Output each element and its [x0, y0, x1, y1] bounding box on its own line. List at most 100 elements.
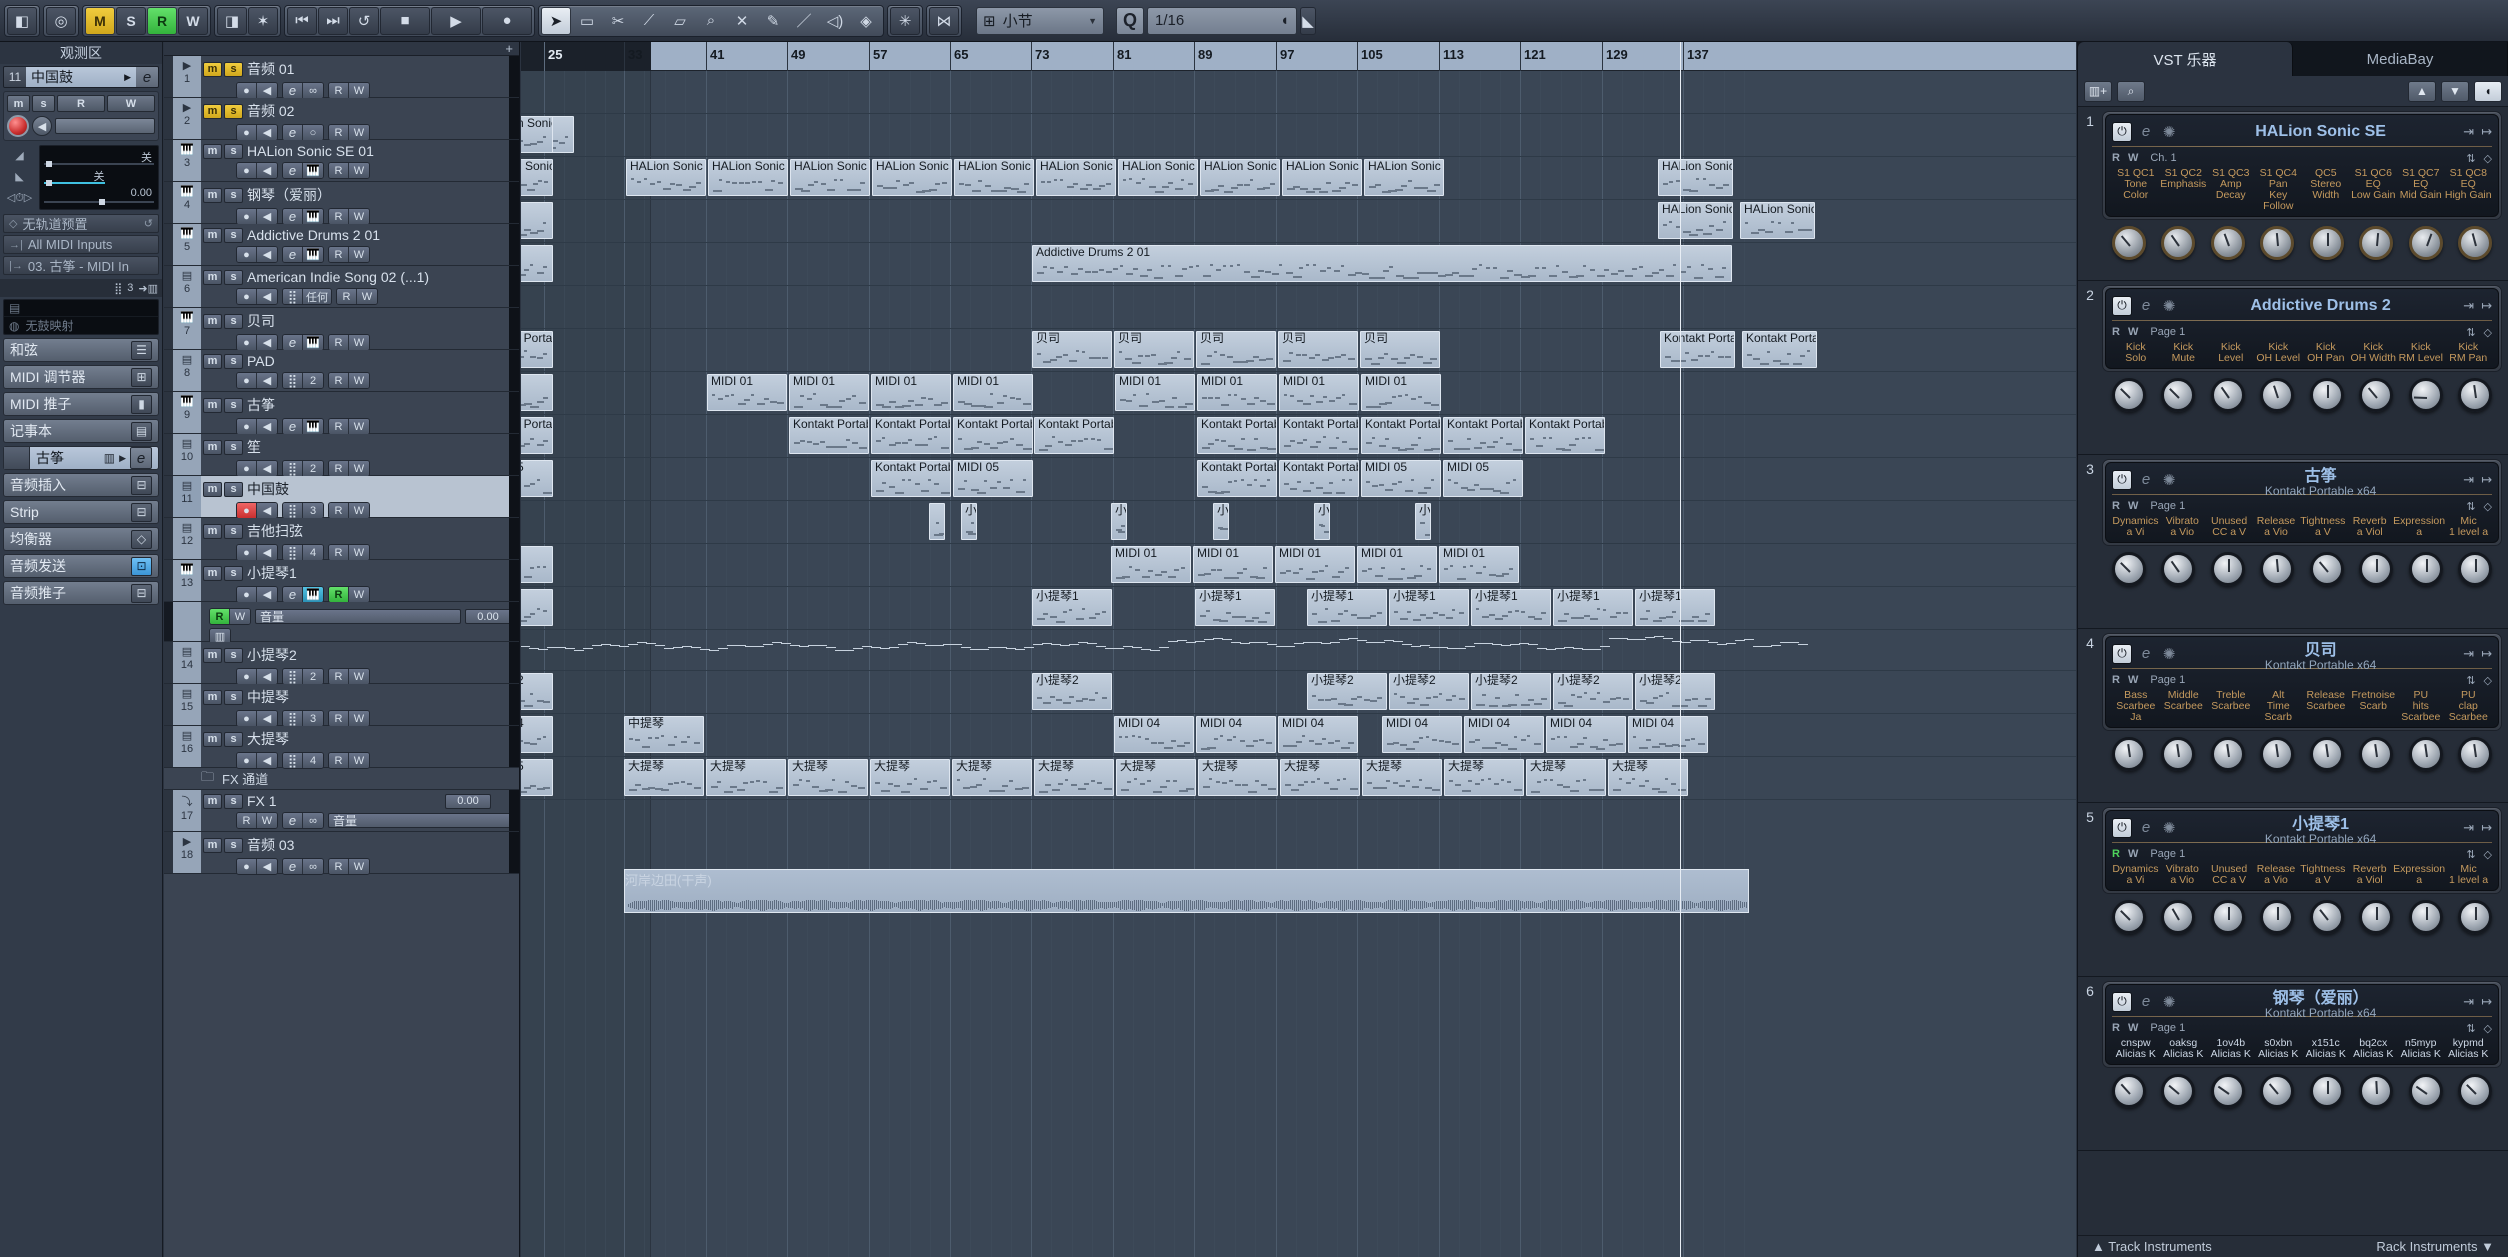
track-edit-button[interactable]: e [283, 247, 303, 262]
power-icon[interactable]: ⏻ [2112, 991, 2132, 1012]
arrangement-clip[interactable]: MIDI 04 [1628, 716, 1708, 753]
rack-knob[interactable] [2408, 737, 2443, 771]
arrangement-clip[interactable]: 小提琴1 [1389, 589, 1469, 626]
reset-icon[interactable]: ↺ [144, 217, 153, 230]
track-monitor-button[interactable]: ◀ [257, 209, 277, 224]
track-monitor-button[interactable]: ◀ [257, 859, 277, 874]
arrangement-clip[interactable]: MIDI 01 [1197, 374, 1277, 411]
track-monitor-button[interactable]: ◀ [257, 419, 277, 434]
track-solo-button[interactable]: s [224, 647, 243, 663]
edit-icon[interactable]: e [2137, 645, 2155, 663]
track-edit-button[interactable]: e [283, 859, 303, 874]
track-record-enable-button[interactable]: ● [237, 859, 257, 874]
track-read-button[interactable]: R [329, 587, 349, 602]
track-solo-button[interactable]: s [224, 103, 243, 119]
stop-button[interactable]: ■ [380, 6, 430, 35]
track-read-button[interactable]: R [329, 753, 349, 768]
rack-read-button[interactable]: R [2112, 326, 2120, 338]
audio-clip[interactable]: 河岸边田(干声) [624, 869, 1749, 913]
track-write-button[interactable]: W [349, 859, 369, 874]
track-edit-button[interactable]: e [283, 163, 303, 178]
arrangement-clip[interactable]: 4 [521, 716, 553, 753]
inspector-write-button[interactable]: W [107, 95, 155, 112]
track-row[interactable]: ▤ 14 m s 小提琴2 ● ◀ ⣿ 2 R W [164, 642, 519, 685]
track-record-enable-button[interactable]: ● [237, 247, 257, 262]
edit-icon[interactable]: e [2137, 123, 2155, 141]
track-read-button[interactable]: R [329, 669, 349, 684]
arrangement-clip[interactable]: 大提琴 [1034, 759, 1114, 796]
tab-vst-instruments[interactable]: VST 乐器 [2078, 42, 2293, 76]
rack-param[interactable]: Bass Scarbee Ja [2112, 690, 2160, 723]
rack-knob[interactable] [2359, 1074, 2394, 1108]
page-stepper-icon[interactable]: ⇅ [2466, 326, 2475, 339]
rack-preset-diamond-icon[interactable]: ◇ [2484, 1022, 2492, 1035]
track-monitor-button[interactable]: ◀ [257, 753, 277, 768]
track-read-button[interactable]: R [329, 419, 349, 434]
arrangement-clip[interactable]: 小提琴2 [1389, 673, 1469, 710]
power-icon[interactable]: ⏻ [2112, 643, 2132, 664]
inspector-record-enable-button[interactable] [7, 115, 29, 137]
play-tool[interactable]: ◁) [820, 7, 850, 35]
track-solo-button[interactable]: s [224, 61, 243, 77]
rack-param[interactable]: bq2cx Alicias K [2350, 1038, 2398, 1060]
rack-param[interactable]: oaksg Alicias K [2160, 1038, 2208, 1060]
rack-param[interactable]: S1 QC1 Tone Color [2112, 168, 2160, 212]
rack-param[interactable]: Kick RM Pan [2445, 342, 2493, 364]
rack-knob[interactable] [2111, 226, 2146, 260]
track-record-enable-button[interactable]: ● [237, 289, 257, 304]
instrument-input-icon[interactable]: ⇥ [2463, 124, 2474, 140]
track-edit-button[interactable]: e [283, 813, 303, 828]
track-channel-button[interactable]: 🎹 [303, 419, 323, 434]
track-mute-button[interactable]: m [203, 689, 222, 705]
track-channel-button[interactable]: 🎹 [303, 247, 323, 262]
arrangement-clip[interactable]: Kontakt Portable x6 [1197, 460, 1277, 497]
rack-preset-diamond-icon[interactable]: ◇ [2484, 674, 2492, 687]
track-channel-button[interactable]: 2 [303, 669, 323, 684]
track-channel-button[interactable]: 4 [303, 545, 323, 560]
rack-instruments-toggle[interactable]: Rack Instruments ▼ [2376, 1239, 2494, 1254]
arrangement-clip[interactable]: MIDI 04 [1196, 716, 1276, 753]
inspector-track-header[interactable]: 11 中国鼓 ▶ e [3, 66, 159, 88]
rack-knob[interactable] [2111, 1074, 2146, 1108]
rack-write-button[interactable]: W [2128, 152, 2138, 164]
arrangement-clip[interactable]: 小提琴1 [1307, 589, 1387, 626]
track-row[interactable]: 🎹 7 m s 贝司 ● ◀ e 🎹 R W [164, 308, 519, 351]
arrangement-clip[interactable]: MIDI 04 [1382, 716, 1462, 753]
track-read-button[interactable]: R [329, 373, 349, 388]
arrangement-clip[interactable] [521, 546, 553, 583]
track-name[interactable]: 音频 03 [247, 835, 294, 855]
rack-knob[interactable] [2260, 900, 2295, 934]
rack-knob[interactable] [2458, 226, 2493, 260]
play-button[interactable]: ▶ [431, 6, 481, 35]
track-record-enable-button[interactable]: ● [237, 461, 257, 476]
track-mute-button[interactable]: m [203, 313, 222, 329]
rack-param[interactable]: QC5 Stereo Width [2302, 168, 2350, 212]
instrument-output-icon[interactable]: ↦ [2481, 820, 2492, 836]
rack-knob[interactable] [2408, 1074, 2443, 1108]
track-edit-button[interactable]: ⣿ [283, 461, 303, 476]
arrangement-clip[interactable]: n Sonic SE 0 [521, 159, 553, 196]
quantize-preset-select[interactable]: 1/16 ◖ [1147, 6, 1297, 35]
rack-param[interactable]: Expression a [2393, 516, 2445, 538]
track-record-enable-button[interactable]: ● [237, 335, 257, 350]
arrangement-clip[interactable] [521, 589, 553, 626]
arrangement-clip[interactable]: HALion Sonic SE 0 [1364, 159, 1444, 196]
rack-knob[interactable] [2309, 552, 2344, 586]
track-solo-button[interactable]: s [224, 313, 243, 329]
track-mute-button[interactable]: m [203, 647, 222, 663]
rack-knob[interactable] [2359, 552, 2394, 586]
rack-page-label[interactable]: Page 1 [2150, 500, 2185, 512]
line-tool[interactable]: ／ [789, 7, 819, 35]
global-write-button[interactable]: W [178, 6, 208, 35]
glue-tool[interactable]: ⟋ [634, 7, 664, 35]
rack-write-button[interactable]: W [2128, 848, 2138, 860]
track-record-enable-button[interactable]: ● [237, 125, 257, 140]
edit-icon[interactable]: e [2137, 993, 2155, 1011]
rack-page-label[interactable]: Ch. 1 [2150, 152, 2176, 164]
track-write-button[interactable]: W [349, 711, 369, 726]
track-row[interactable]: 🎹 4 m s 钢琴（爱丽） ● ◀ e 🎹 R W [164, 182, 519, 225]
arrangement-clip[interactable]: MIDI 01 [1361, 374, 1441, 411]
track-record-enable-button[interactable]: ● [237, 373, 257, 388]
quantize-apply-icon[interactable]: ◖ [1280, 12, 1289, 29]
arrangement-clip[interactable]: MIDI 01 [707, 374, 787, 411]
